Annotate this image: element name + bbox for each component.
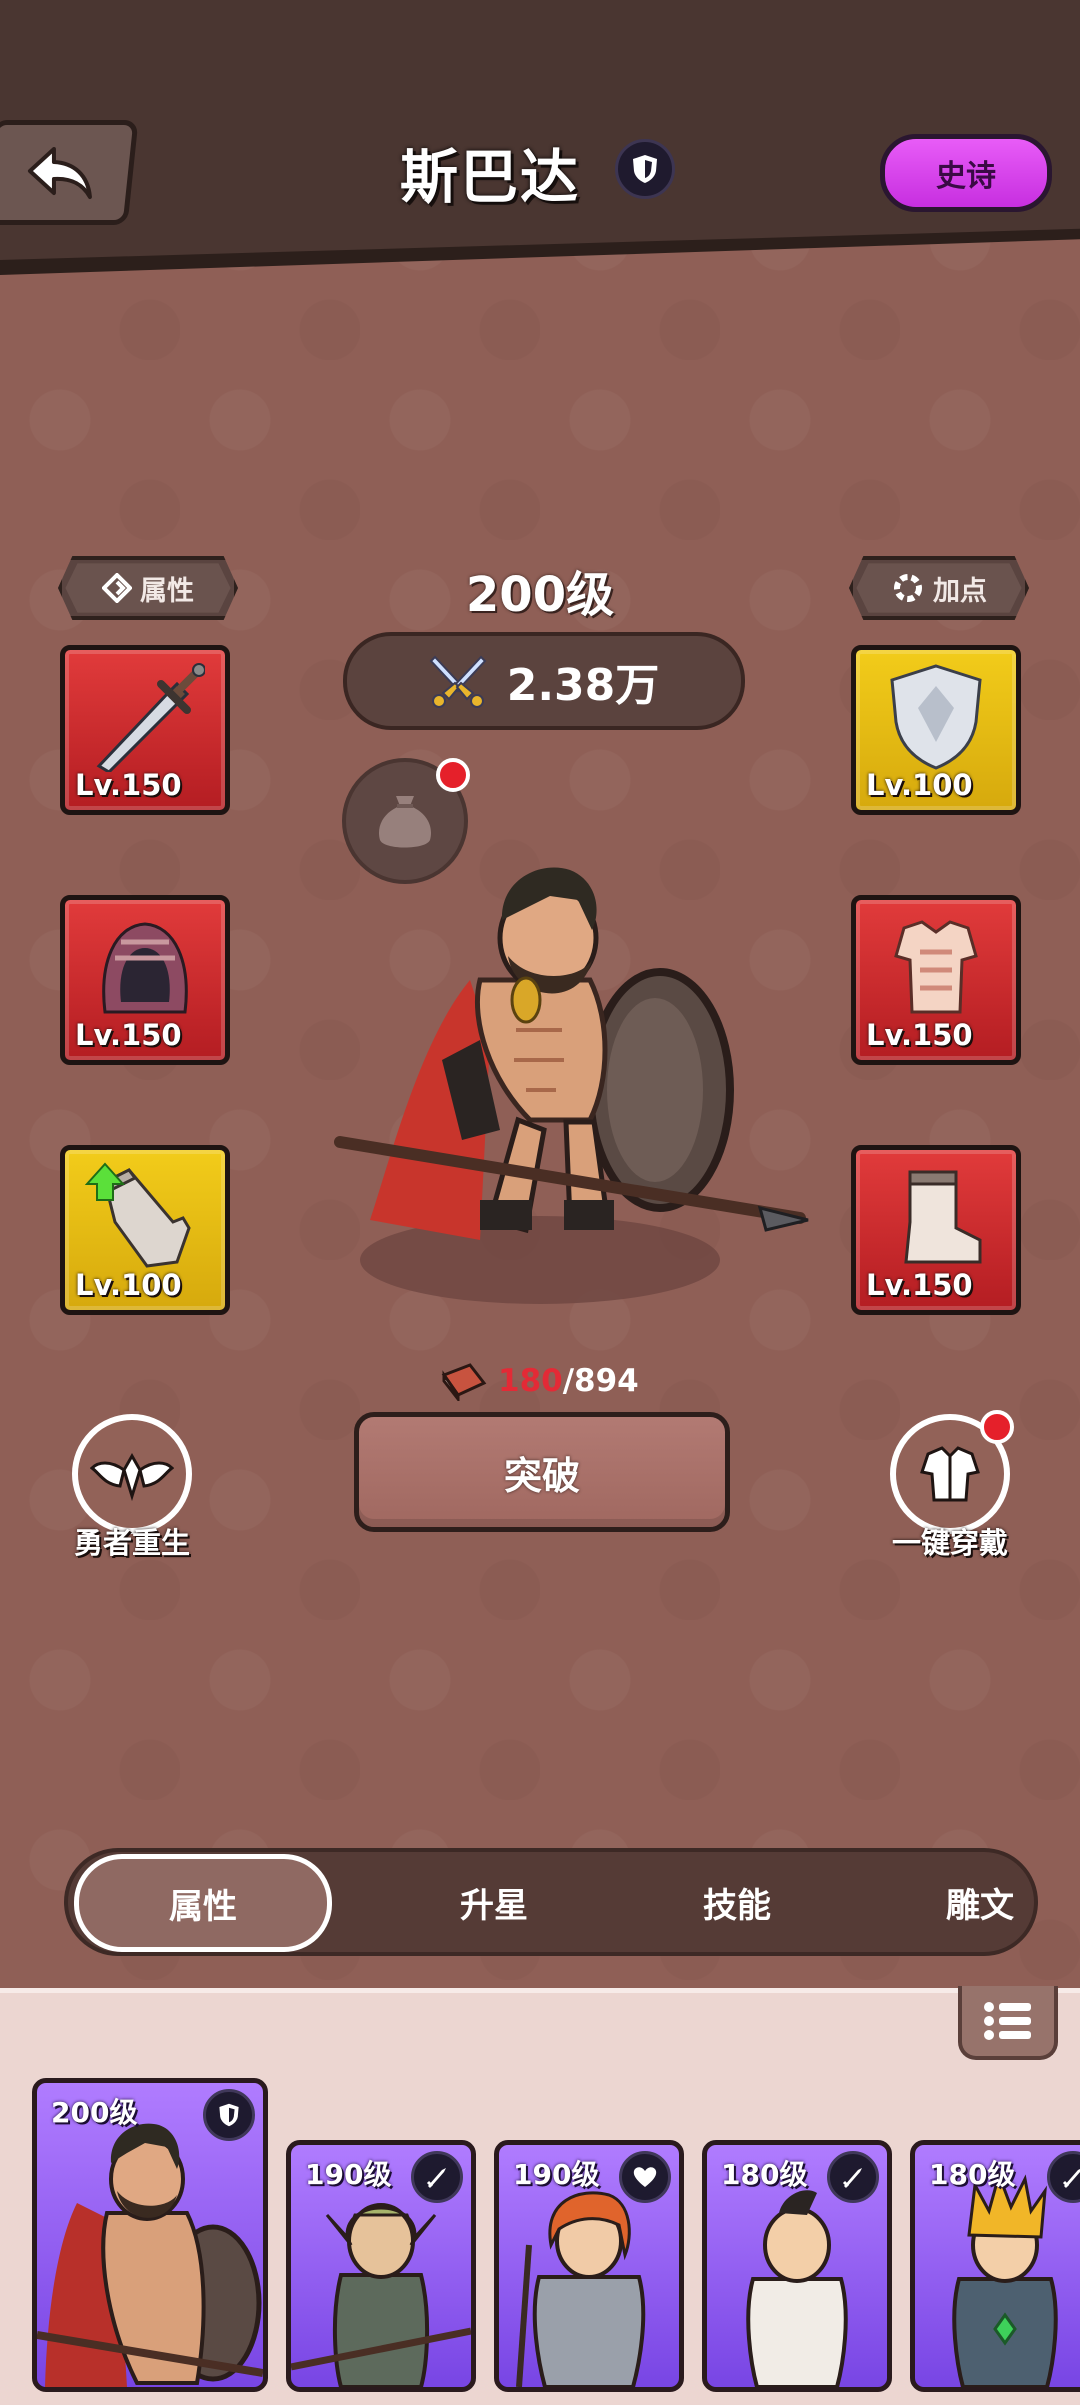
hero-card-level: 190级	[305, 2158, 392, 2191]
hood-icon	[102, 922, 188, 1014]
material-have: 180	[498, 1363, 563, 1399]
equip-all-label: 一键穿戴	[891, 1526, 1008, 1560]
hero-card-selected[interactable]: 200级	[32, 2078, 268, 2392]
sword-icon	[827, 2151, 879, 2203]
equipment-level: Lv.150	[75, 768, 182, 802]
hero-card-level: 180级	[929, 2158, 1016, 2191]
upgrade-arrow-icon	[85, 1162, 125, 1201]
notification-dot	[980, 1410, 1014, 1444]
add-points-button-label: 加点	[933, 575, 987, 607]
armor-icon	[920, 1446, 980, 1502]
hero-card-level: 190级	[513, 2158, 600, 2191]
equipment-level: Lv.100	[866, 768, 973, 802]
hero-card[interactable]: 180级	[702, 2140, 892, 2392]
combat-power-value: 2.38万	[506, 660, 660, 711]
sword-icon	[96, 663, 205, 772]
rarity-badge[interactable]: 史诗	[880, 134, 1052, 212]
heart-icon	[619, 2151, 671, 2203]
winged-emblem-icon	[90, 1452, 174, 1502]
roster-list-button[interactable]	[958, 1986, 1058, 2060]
equipment-slot-boots[interactable]: Lv.150	[851, 1145, 1021, 1315]
tab-bar: 属性 升星 技能 雕文	[64, 1848, 1038, 1956]
back-arrow-icon	[27, 146, 92, 199]
crossed-swords-icon	[429, 655, 487, 708]
gear-icon	[894, 574, 922, 602]
equipment-slot-gloves[interactable]: Lv.100	[60, 1145, 230, 1315]
equip-all-button[interactable]: 一键穿戴	[870, 1410, 1030, 1562]
chest-armor-icon	[894, 920, 978, 1014]
equipment-level: Lv.100	[75, 1268, 182, 1302]
add-points-button[interactable]: 加点	[849, 556, 1029, 620]
tab-skills[interactable]: 技能	[616, 1852, 858, 1952]
rebirth-circle	[72, 1414, 192, 1534]
bag-icon	[378, 796, 432, 848]
sword-icon	[411, 2151, 463, 2203]
rebirth-label: 勇者重生	[73, 1526, 190, 1560]
equipment-slot-weapon[interactable]: Lv.150	[60, 645, 230, 815]
hero-card-level: 180级	[721, 2158, 808, 2191]
shield-icon	[615, 139, 675, 199]
hero-level: 200级	[465, 567, 615, 623]
hero-card[interactable]: 180级	[910, 2140, 1080, 2392]
list-icon	[984, 2002, 1031, 2040]
equip-all-circle	[890, 1410, 1014, 1534]
notification-dot	[436, 758, 470, 792]
equipment-level: Lv.150	[75, 1018, 182, 1052]
book-icon	[441, 1363, 487, 1401]
shield-icon	[203, 2089, 255, 2141]
hero-card-level: 200级	[51, 2096, 138, 2129]
equipment-level: Lv.150	[866, 1018, 973, 1052]
equipment-slot-helmet[interactable]: Lv.150	[60, 895, 230, 1065]
attributes-button-label: 属性	[140, 575, 194, 607]
equipment-slot-armor[interactable]: Lv.150	[851, 895, 1021, 1065]
equipment-slot-shield[interactable]: Lv.100	[851, 645, 1021, 815]
equipment-level: Lv.150	[866, 1268, 973, 1302]
tab-star-up[interactable]: 升星	[373, 1852, 615, 1952]
attributes-button[interactable]: 属性	[58, 556, 238, 620]
shield-emblem-icon	[890, 664, 982, 770]
diamond-icon	[102, 573, 132, 603]
hero-card[interactable]: 190级	[286, 2140, 476, 2392]
hero-card[interactable]: 190级	[494, 2140, 684, 2392]
hero-name: 斯巴达	[400, 143, 581, 211]
combat-power: 2.38万	[343, 632, 745, 730]
tab-glyphs[interactable]: 雕文	[859, 1852, 1080, 1952]
boot-icon	[904, 1170, 982, 1264]
tab-attributes[interactable]: 属性	[74, 1854, 332, 1952]
hero-character-illustration	[334, 867, 809, 1304]
rebirth-button[interactable]: 勇者重生	[52, 1414, 212, 1562]
back-button[interactable]	[0, 120, 139, 225]
material-need: /894	[562, 1363, 639, 1399]
breakthrough-button[interactable]: 突破	[354, 1412, 730, 1532]
breakthrough-material: 180/894	[440, 1356, 660, 1406]
